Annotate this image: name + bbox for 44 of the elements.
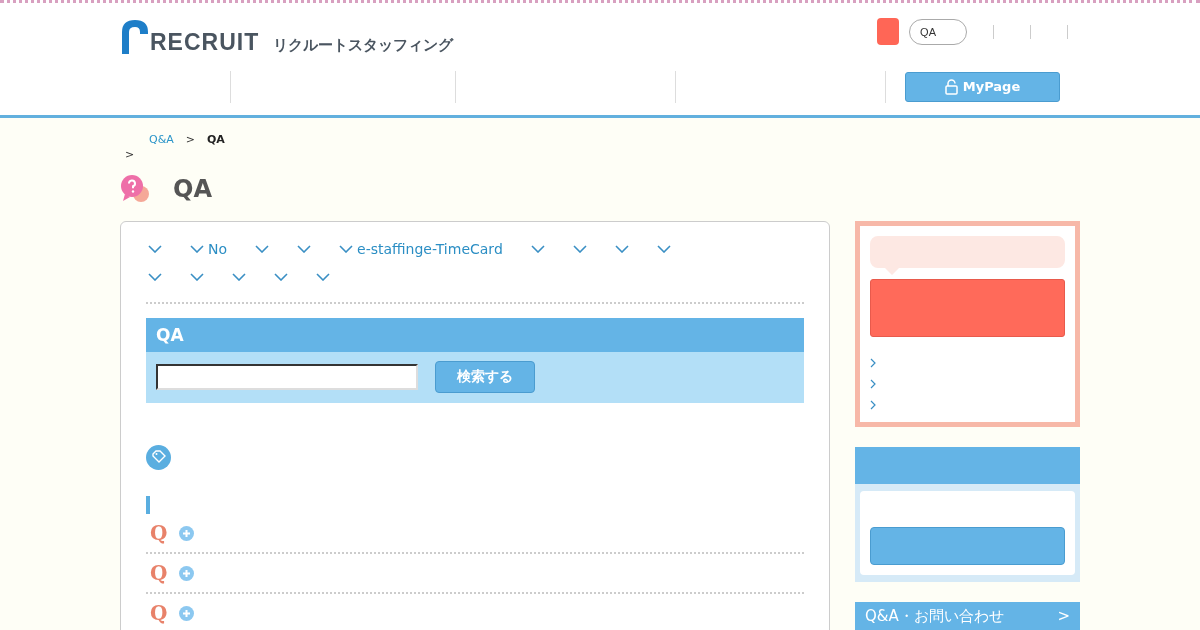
chevron-down-icon	[297, 245, 312, 253]
breadcrumb-link[interactable]: Q&A	[149, 133, 174, 146]
plus-circle-icon[interactable]	[179, 565, 195, 581]
chevron-right-icon[interactable]	[870, 358, 876, 368]
breadcrumb-separator: >	[185, 133, 195, 146]
contact-link[interactable]: Q&A・お問い合わせ >	[855, 602, 1080, 630]
question-mark: Q	[150, 601, 168, 625]
search-header: QA	[146, 318, 804, 352]
plus-circle-icon[interactable]	[179, 605, 195, 621]
chevron-down-icon	[316, 273, 330, 281]
square-icon[interactable]	[877, 18, 900, 45]
chevron-right-icon[interactable]	[870, 400, 876, 410]
heading-bar	[146, 496, 150, 514]
chevron-right-icon[interactable]	[870, 379, 876, 389]
chevron-down-icon	[232, 273, 246, 281]
chevron-down-icon	[255, 245, 270, 253]
breadcrumb-separator: >	[125, 148, 135, 161]
mypage-button[interactable]: MyPage	[905, 71, 1060, 102]
chevron-down-icon	[530, 245, 545, 253]
chevron-down-icon	[572, 245, 587, 253]
question-mark: Q	[150, 521, 168, 545]
chevron-down-icon	[148, 273, 162, 281]
logo-arc-icon	[120, 18, 150, 54]
chevron-down-icon	[274, 273, 288, 281]
question-bubble-icon	[120, 175, 151, 203]
question-mark: Q	[150, 561, 168, 585]
chevron-down-icon	[614, 245, 629, 253]
search-button[interactable]: 検索する	[435, 361, 535, 393]
logo-wordmark: RECRUIT	[150, 31, 260, 54]
chevron-down-icon	[339, 245, 354, 253]
category-link[interactable]: No	[190, 240, 228, 258]
search-pill[interactable]: QA	[909, 18, 967, 45]
chevron-down-icon	[190, 273, 204, 281]
plus-circle-icon[interactable]	[179, 525, 195, 541]
chevron-down-icon	[656, 245, 671, 253]
category-link[interactable]: e-staffinge-TimeCard	[339, 240, 503, 258]
search-field[interactable]	[156, 364, 418, 390]
tag-icon	[146, 445, 171, 470]
breadcrumb-current: QA	[207, 133, 225, 146]
chevron-down-icon	[148, 245, 162, 253]
logo-company-name: リクルートスタッフィング	[273, 36, 454, 54]
page-title: QA	[173, 175, 212, 203]
chevron-down-icon	[190, 245, 204, 253]
lock-icon	[944, 78, 958, 95]
